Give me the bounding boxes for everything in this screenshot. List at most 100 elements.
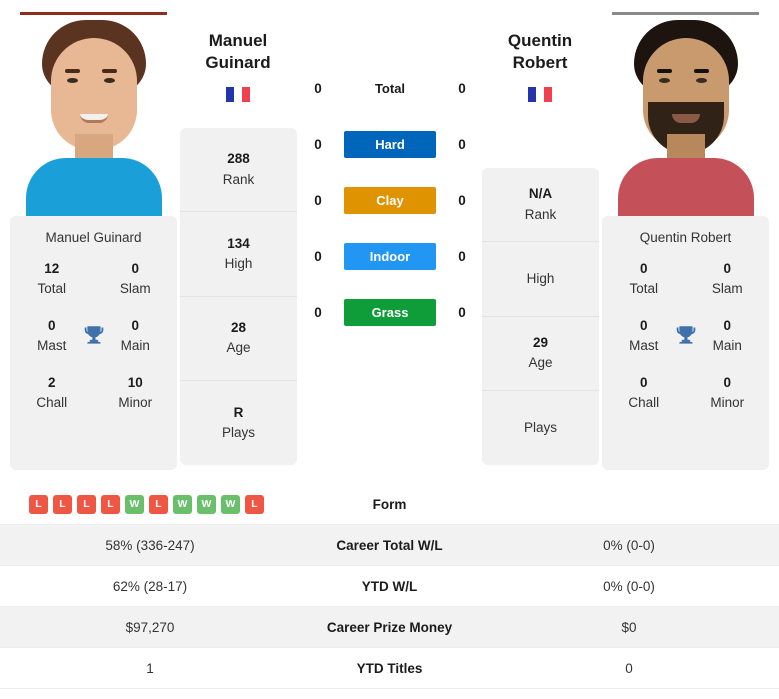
right-high-label: High (526, 270, 555, 286)
left-info-high: 134 High (180, 212, 297, 297)
table-row: 58% (336-247) Career Total W/L 0% (0-0) (0, 525, 779, 566)
right-player-header: Quentin Robert (470, 30, 610, 107)
right-player-caption-name: Quentin Robert (639, 230, 732, 245)
form-badge-loss: L (29, 494, 48, 514)
right-indoor-surface-value: 0 (458, 248, 466, 264)
right-titles-chall-value: 0 (639, 375, 648, 391)
france-flag-icon (527, 85, 553, 103)
left-titles-total-label: Total (37, 280, 67, 296)
trophy-icon (84, 326, 103, 344)
left-form-cell: LLLLWLWWWL (0, 494, 300, 514)
left-ytd-titles: 1 (146, 660, 154, 676)
right-accent-bar (612, 12, 759, 15)
surface-titles-comparison: 0 Total 0 0 Hard 0 0 Clay 0 0 Indoor 0 0 (305, 60, 475, 340)
table-label-ytd-titles: YTD Titles (356, 660, 423, 676)
right-player-last-name: Robert (512, 52, 568, 72)
left-titles-minor: 10 Minor (94, 373, 178, 412)
trophy-icon (676, 326, 695, 344)
head-to-head-stats-table: LLLLWLWWWL Form 58% (336-247) Career Tot… (0, 484, 779, 689)
player-comparison-page: Manuel Guinard 12 Total 0 Slam 0 Mast 0 … (0, 0, 779, 699)
left-titles-total: 12 Total (10, 259, 94, 298)
left-player-titles-card: Manuel Guinard 12 Total 0 Slam 0 Mast 0 … (10, 216, 177, 470)
left-titles-chall: 2 Chall (10, 373, 94, 412)
left-indoor-surface-value: 0 (314, 248, 322, 264)
right-player-first-name: Quentin (507, 31, 573, 50)
right-info-age: 29 Age (482, 317, 599, 391)
left-player-titles-grid: 12 Total 0 Slam 0 Mast 0 Main 2 Chall 10… (10, 259, 177, 412)
right-titles-slam: 0 Slam (686, 259, 770, 298)
right-titles-minor-label: Minor (710, 394, 745, 410)
left-player-first-name: Manuel (208, 31, 268, 50)
right-info-plays: Plays (482, 391, 599, 465)
surface-row-hard: 0 Hard 0 (305, 116, 475, 172)
right-titles-chall: 0 Chall (602, 373, 686, 412)
left-career-prize-money: $97,270 (125, 619, 175, 635)
form-badge-win: W (125, 494, 144, 514)
right-ytd-titles: 0 (625, 660, 633, 676)
right-info-high: High (482, 242, 599, 317)
left-hard-surface-value: 0 (314, 136, 322, 152)
left-titles-minor-label: Minor (118, 394, 153, 410)
form-badge-win: W (221, 494, 240, 514)
surface-label-indoor: Indoor (344, 242, 436, 270)
comparison-header: Manuel Guinard 12 Total 0 Slam 0 Mast 0 … (0, 0, 779, 478)
left-plays-value: R (233, 404, 244, 420)
right-grass-surface-value: 0 (458, 304, 466, 320)
left-plays-label: Plays (221, 424, 255, 440)
right-plays-label: Plays (523, 419, 557, 435)
table-row: $97,270 Career Prize Money $0 (0, 607, 779, 648)
left-career-total-wl: 58% (336-247) (105, 537, 195, 553)
left-total-surface-value: 0 (314, 80, 322, 96)
surface-label-hard: Hard (344, 130, 436, 158)
left-rank-value: 288 (227, 151, 250, 167)
left-titles-slam-value: 0 (131, 261, 139, 276)
right-titles-slam-value: 0 (723, 261, 731, 276)
left-high-label: High (224, 255, 253, 271)
left-player-photo-column: Manuel Guinard 12 Total 0 Slam 0 Mast 0 … (10, 0, 177, 470)
right-player-titles-grid: 0 Total 0 Slam 0 Mast 0 Main 0 Chall 0 M… (602, 259, 769, 412)
table-label-career-prize-money: Career Prize Money (326, 619, 453, 635)
left-player-info-column: 288 Rank 134 High 28 Age R Plays (180, 128, 297, 465)
table-label-ytd-wl: YTD W/L (361, 578, 418, 594)
right-clay-surface-value: 0 (458, 192, 466, 208)
left-player-header: Manuel Guinard (168, 30, 308, 107)
left-player-portrait-image (20, 16, 167, 216)
surface-label-clay: Clay (344, 186, 436, 214)
left-age-label: Age (226, 340, 251, 356)
form-badge-loss: L (245, 494, 264, 514)
surface-row-total: 0 Total 0 (305, 60, 475, 116)
left-rank-label: Rank (222, 171, 255, 187)
form-badge-win: W (173, 494, 192, 514)
left-player-photo (20, 16, 167, 216)
left-form-badges: LLLLWLWWWL (0, 494, 300, 514)
surface-label-total: Total (374, 80, 406, 96)
left-ytd-wl: 62% (28-17) (112, 578, 188, 594)
right-rank-value: N/A (528, 186, 553, 202)
right-titles-minor-value: 0 (723, 375, 731, 391)
form-badge-loss: L (53, 494, 72, 514)
left-age-value: 28 (230, 319, 247, 335)
surface-row-indoor: 0 Indoor 0 (305, 228, 475, 284)
right-titles-chall-label: Chall (628, 394, 660, 410)
left-info-rank: 288 Rank (180, 128, 297, 213)
form-badge-loss: L (149, 494, 168, 514)
right-hard-surface-value: 0 (458, 136, 466, 152)
table-row-form: LLLLWLWWWL Form (0, 484, 779, 525)
right-titles-slam-label: Slam (711, 280, 743, 296)
right-info-rank: N/A Rank (482, 168, 599, 243)
left-accent-bar (20, 12, 167, 15)
left-player-caption-name: Manuel Guinard (45, 230, 142, 245)
right-player-photo-column: Quentin Robert 0 Total 0 Slam 0 Mast 0 M… (602, 0, 769, 470)
surface-row-grass: 0 Grass 0 (305, 284, 475, 340)
right-titles-total: 0 Total (602, 259, 686, 298)
right-age-value: 29 (532, 334, 549, 350)
table-row: 1 YTD Titles 0 (0, 648, 779, 689)
left-grass-surface-value: 0 (314, 304, 322, 320)
table-label-form: Form (372, 496, 407, 512)
table-row: 62% (28-17) YTD W/L 0% (0-0) (0, 566, 779, 607)
right-titles-total-label: Total (629, 280, 659, 296)
surface-row-clay: 0 Clay 0 (305, 172, 475, 228)
right-titles-total-value: 0 (639, 261, 648, 276)
left-info-plays: R Plays (180, 381, 297, 465)
right-player-portrait-image (612, 16, 759, 216)
